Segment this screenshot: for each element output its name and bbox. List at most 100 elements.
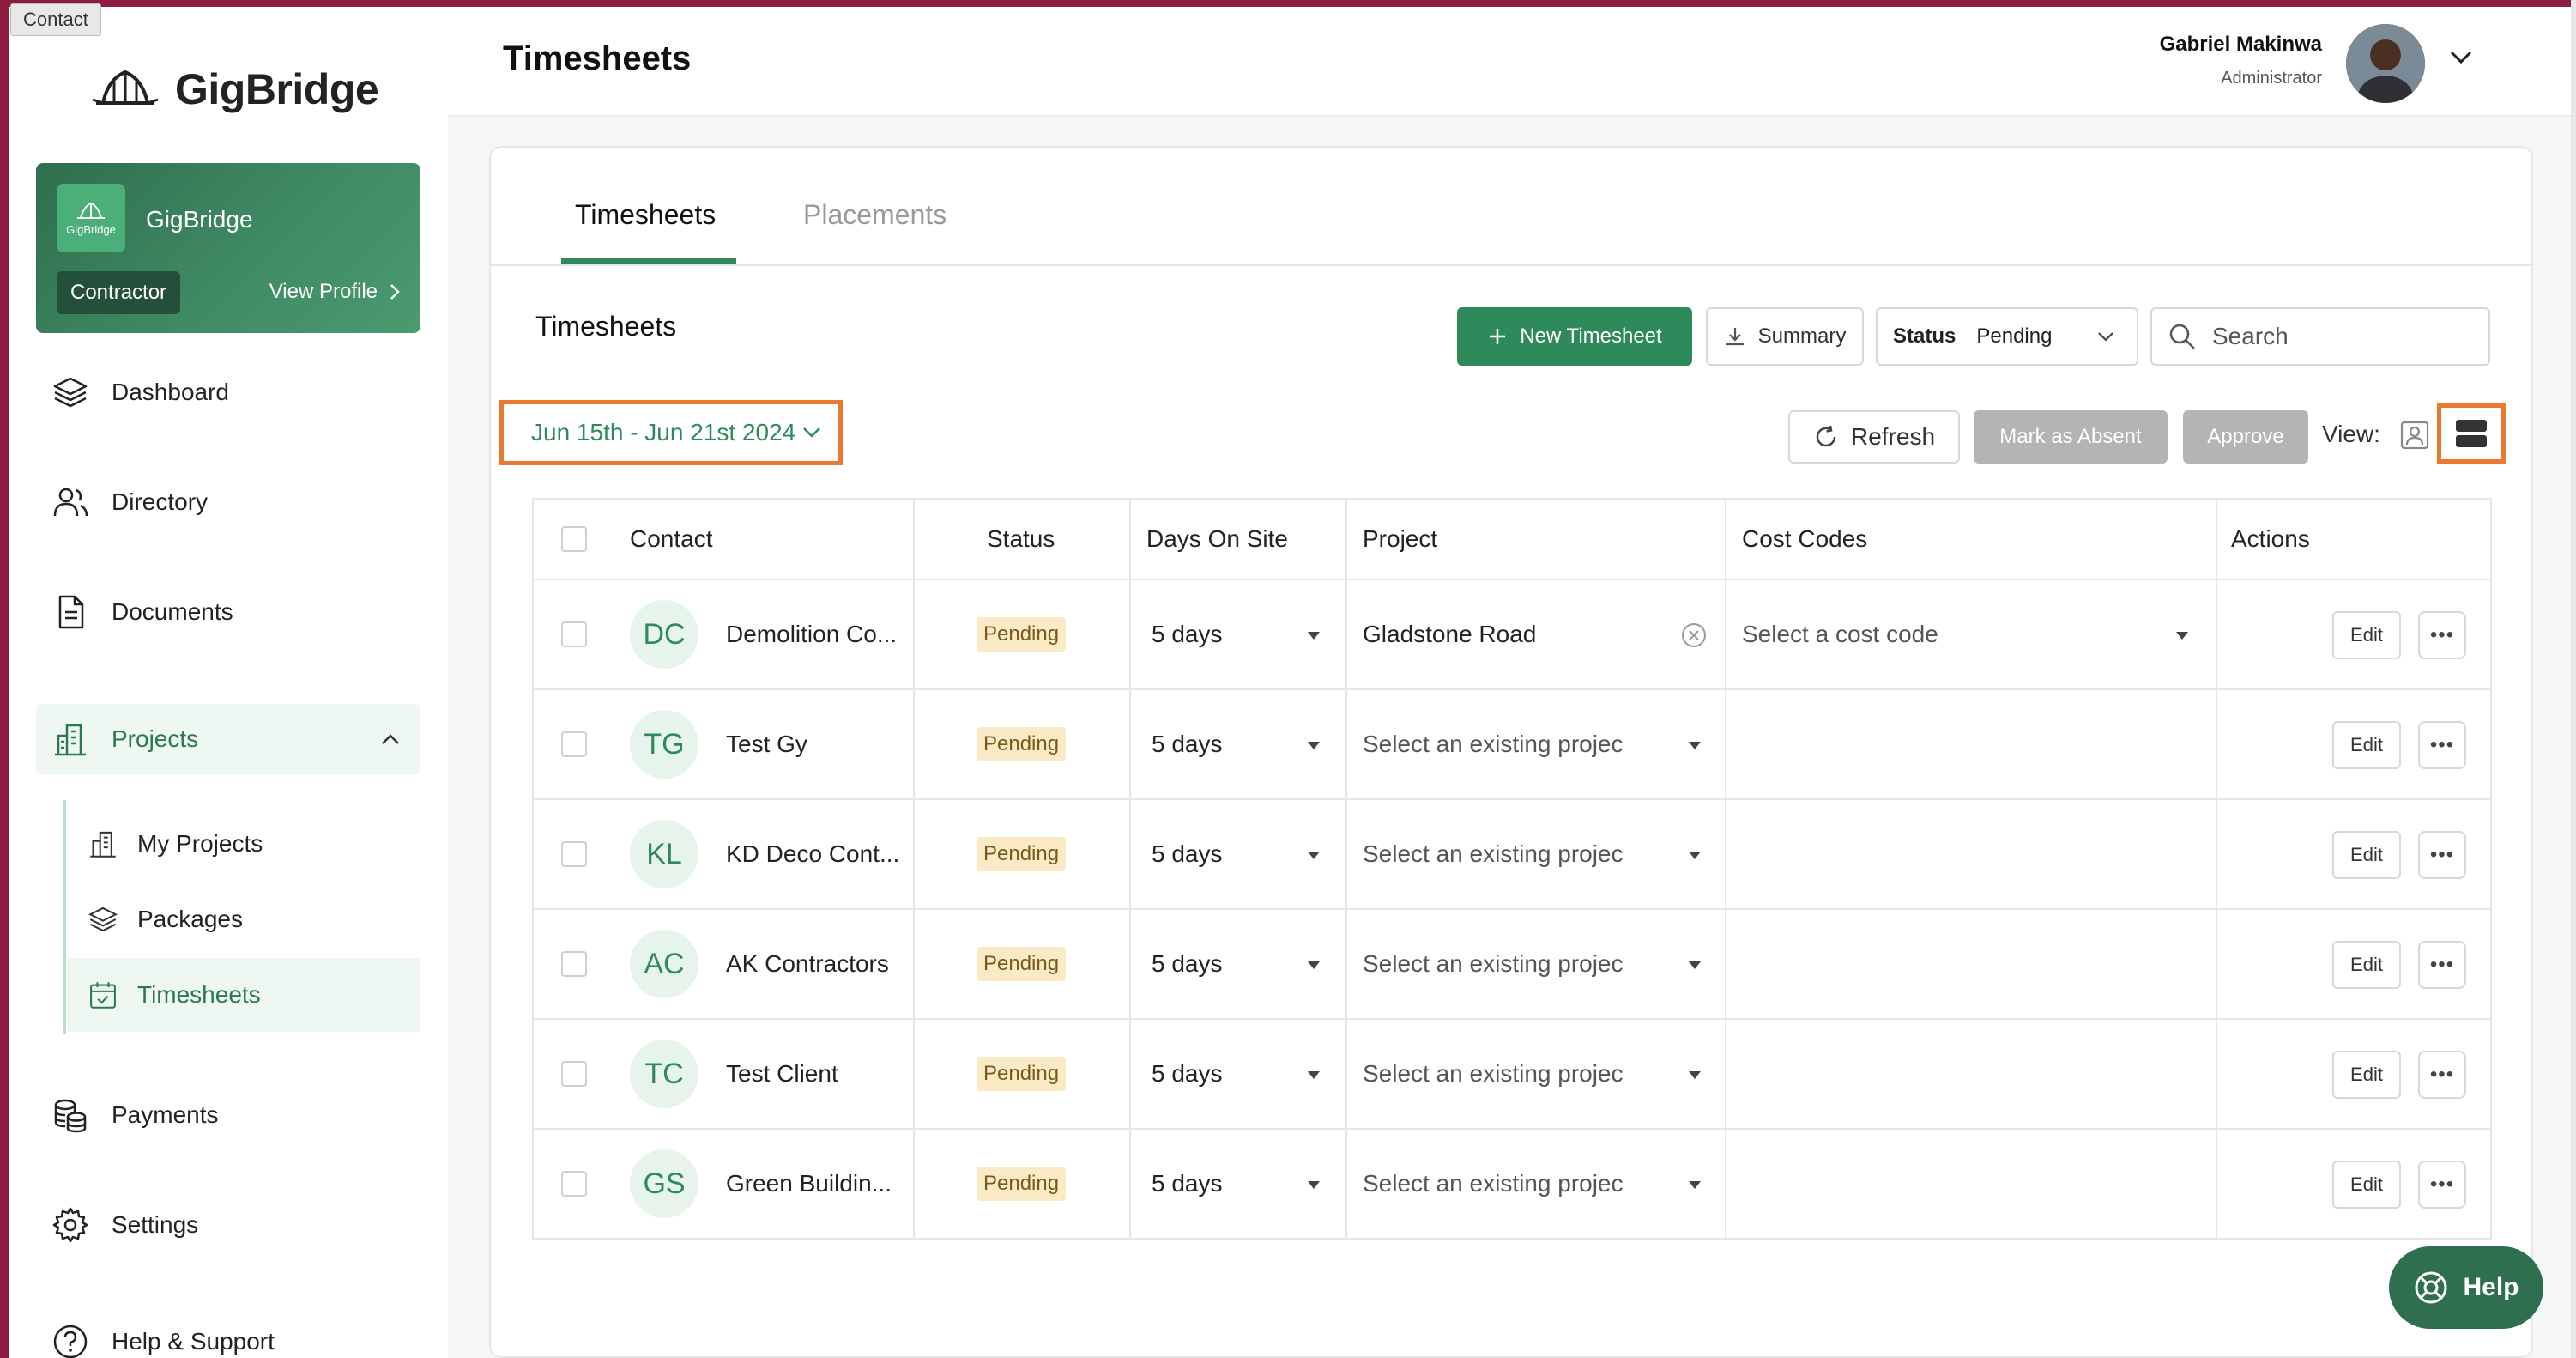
contact-initials-avatar: AC [630, 930, 698, 998]
days-select[interactable]: 5 days [1152, 1130, 1223, 1238]
column-header-project[interactable]: Project [1363, 500, 1437, 579]
date-range-picker[interactable]: Jun 15th - Jun 21st 2024 [499, 400, 843, 465]
project-select[interactable]: Select an existing projec [1363, 1020, 1624, 1128]
status-filter-select[interactable]: Status Pending [1876, 307, 2138, 366]
card-view-icon[interactable] [2399, 421, 2430, 450]
more-options-button[interactable]: ••• [2418, 611, 2466, 659]
sidebar-item-projects[interactable]: Projects [36, 704, 420, 774]
table-row[interactable]: GS Green Buildin... Pending 5 days Selec… [534, 1128, 2490, 1238]
sidebar-item-help-support[interactable]: Help & Support [36, 1306, 420, 1358]
contact-name[interactable]: AK Contractors [726, 910, 889, 1018]
contact-name[interactable]: Demolition Co... [726, 580, 897, 688]
tab-placements[interactable]: Placements [803, 199, 946, 231]
contact-initials-cell: KL [630, 800, 698, 908]
column-divider [913, 690, 915, 798]
days-select[interactable]: 5 days [1152, 690, 1223, 798]
days-select[interactable]: 5 days [1152, 800, 1223, 908]
window-frame-top [0, 0, 2576, 7]
brand-logo[interactable]: GigBridge [91, 64, 379, 115]
new-timesheet-button[interactable]: New Timesheet [1457, 307, 1692, 366]
table-row[interactable]: TG Test Gy Pending 5 days Select an exis… [534, 688, 2490, 798]
avatar[interactable] [2346, 24, 2425, 103]
row-checkbox[interactable] [561, 951, 587, 977]
edit-button[interactable]: Edit [2332, 721, 2401, 769]
role-badge: Contractor [57, 271, 181, 314]
days-select[interactable]: 5 days [1152, 580, 1223, 688]
tab-timesheets[interactable]: Timesheets [575, 199, 716, 231]
contact-name[interactable]: Test Gy [726, 690, 807, 798]
sidebar-item-directory[interactable]: Directory [36, 467, 420, 537]
select-all-checkbox[interactable] [561, 526, 587, 552]
chevron-down-icon[interactable] [2449, 50, 2473, 65]
status-cell: Pending [977, 910, 1067, 1018]
column-divider [1345, 1020, 1347, 1128]
more-options-button[interactable]: ••• [2418, 721, 2466, 769]
cost-code-select[interactable]: Select a cost code [1742, 580, 1938, 688]
table-row[interactable]: DC Demolition Co... Pending 5 days Glads… [534, 579, 2490, 688]
contact-name[interactable]: KD Deco Cont... [726, 800, 899, 908]
table-row[interactable]: AC AK Contractors Pending 5 days Select … [534, 908, 2490, 1018]
sidebar-item-packages[interactable]: Packages [67, 882, 420, 956]
column-divider [1345, 910, 1347, 1018]
column-header-status[interactable]: Status [987, 500, 1055, 579]
dropdown-caret-icon [1689, 742, 1701, 749]
project-select[interactable]: Select an existing projec [1363, 1130, 1624, 1238]
edit-button[interactable]: Edit [2332, 941, 2401, 989]
table-row[interactable]: TC Test Client Pending 5 days Select an … [534, 1018, 2490, 1128]
sidebar-item-label: Documents [112, 598, 233, 625]
more-options-button[interactable]: ••• [2418, 831, 2466, 879]
status-badge: Pending [977, 1167, 1067, 1201]
edit-button[interactable]: Edit [2332, 1161, 2401, 1209]
column-header-days-on-site[interactable]: Days On Site [1146, 500, 1288, 579]
column-header-contact[interactable]: Contact [630, 500, 713, 579]
more-options-button[interactable]: ••• [2418, 1161, 2466, 1209]
mark-as-absent-button[interactable]: Mark as Absent [1974, 410, 2168, 464]
refresh-button[interactable]: Refresh [1788, 410, 1960, 464]
sidebar-item-my-projects[interactable]: My Projects [67, 807, 420, 881]
days-select[interactable]: 5 days [1152, 910, 1223, 1018]
project-select[interactable]: Gladstone Road [1363, 580, 1536, 688]
plus-icon [1490, 329, 1506, 344]
approve-button[interactable]: Approve [2183, 410, 2308, 464]
row-checkbox[interactable] [561, 621, 587, 647]
row-checkbox[interactable] [561, 1171, 587, 1197]
date-range-label: Jun 15th - Jun 21st 2024 [531, 419, 796, 446]
contact-name[interactable]: Test Client [726, 1020, 838, 1128]
table-row[interactable]: KL KD Deco Cont... Pending 5 days Select… [534, 798, 2490, 908]
view-profile-link[interactable]: View Profile [269, 280, 400, 304]
edit-button[interactable]: Edit [2332, 831, 2401, 879]
column-header-cost-codes[interactable]: Cost Codes [1742, 500, 1867, 579]
search-input[interactable]: Search [2150, 307, 2490, 366]
clear-circle-icon[interactable] [1680, 621, 1708, 649]
lifebuoy-icon [2415, 1271, 2447, 1304]
sidebar-item-label: Settings [112, 1211, 199, 1238]
contact-name[interactable]: Green Buildin... [726, 1130, 892, 1238]
sidebar-item-dashboard[interactable]: Dashboard [36, 357, 420, 427]
dropdown-caret-icon [1308, 632, 1320, 640]
project-select[interactable]: Select an existing projec [1363, 800, 1624, 908]
status-cell: Pending [977, 1020, 1067, 1128]
row-checkbox[interactable] [561, 841, 587, 867]
edit-button[interactable]: Edit [2332, 1051, 2401, 1099]
sidebar-item-documents[interactable]: Documents [36, 577, 420, 647]
project-select[interactable]: Select an existing projec [1363, 910, 1624, 1018]
row-checkbox[interactable] [561, 731, 587, 757]
project-select[interactable]: Select an existing projec [1363, 690, 1624, 798]
help-button[interactable]: Help [2389, 1246, 2543, 1329]
more-options-button[interactable]: ••• [2418, 1051, 2466, 1099]
more-options-button[interactable]: ••• [2418, 941, 2466, 989]
sidebar-item-settings[interactable]: Settings [36, 1190, 420, 1260]
status-cell: Pending [977, 690, 1067, 798]
sidebar-item-timesheets[interactable]: Timesheets [67, 958, 420, 1032]
row-checkbox[interactable] [561, 1061, 587, 1087]
column-divider [1725, 580, 1726, 688]
list-view-button[interactable] [2437, 403, 2506, 464]
days-select[interactable]: 5 days [1152, 1020, 1223, 1128]
summary-button[interactable]: Summary [1706, 307, 1864, 366]
sidebar-item-payments[interactable]: Payments [36, 1080, 420, 1150]
column-divider [2216, 800, 2217, 908]
document-icon [58, 595, 84, 629]
edit-button[interactable]: Edit [2332, 611, 2401, 659]
column-divider [1129, 580, 1131, 688]
window-frame-right [2571, 0, 2576, 1358]
